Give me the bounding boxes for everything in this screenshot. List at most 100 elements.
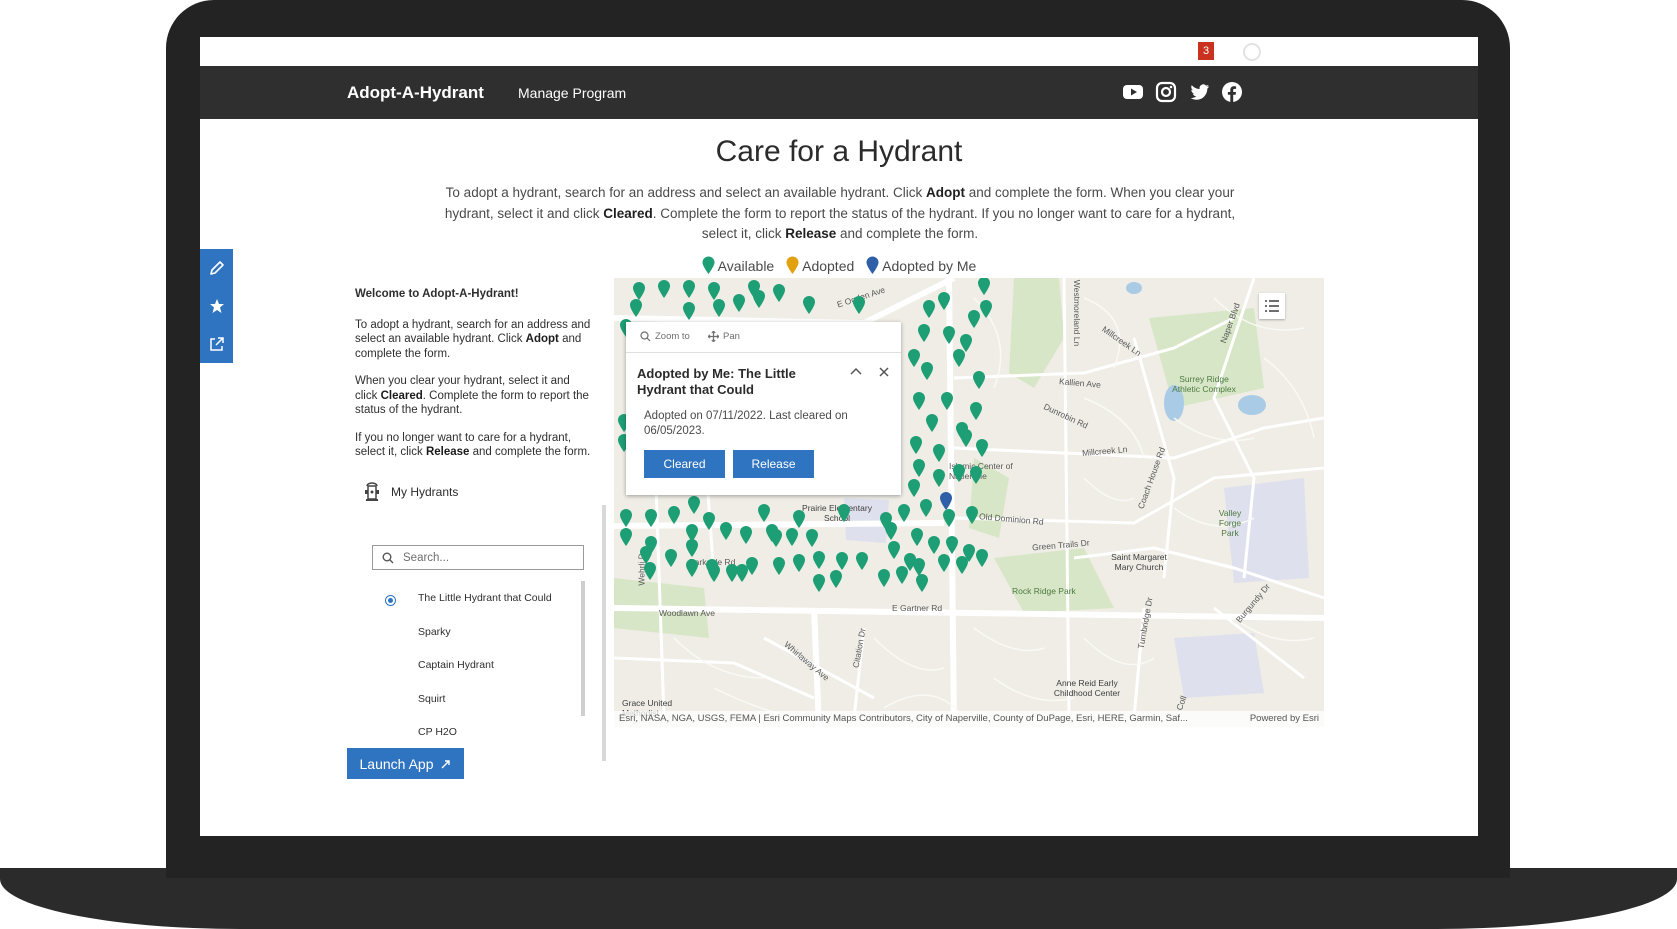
- hydrant-marker-available[interactable]: [683, 302, 695, 320]
- hydrant-marker-available[interactable]: [686, 559, 698, 577]
- hydrant-marker-available[interactable]: [885, 522, 897, 540]
- hydrant-marker-available[interactable]: [620, 528, 632, 546]
- hydrant-list-item[interactable]: The Little Hydrant that Could: [418, 592, 552, 604]
- hydrant-radio-selected[interactable]: [385, 595, 396, 606]
- hydrant-marker-available[interactable]: [970, 402, 982, 420]
- hydrant-marker-available[interactable]: [911, 528, 923, 546]
- list-scrollbar[interactable]: [581, 581, 585, 716]
- hydrant-marker-available[interactable]: [733, 294, 745, 312]
- favorite-tool[interactable]: [200, 287, 233, 325]
- hydrant-list-item[interactable]: CP H2O: [418, 726, 457, 738]
- hydrant-marker-available[interactable]: [683, 280, 695, 298]
- hydrant-marker-available[interactable]: [806, 529, 818, 547]
- hydrant-marker-available[interactable]: [770, 529, 782, 547]
- hydrant-marker-available[interactable]: [980, 300, 992, 318]
- nav-link-manage-program[interactable]: Manage Program: [518, 85, 626, 101]
- hydrant-marker-available[interactable]: [960, 429, 972, 447]
- hydrant-marker-available[interactable]: [921, 362, 933, 380]
- hydrant-marker-available[interactable]: [640, 546, 652, 564]
- hydrant-marker-available[interactable]: [938, 554, 950, 572]
- hydrant-marker-available[interactable]: [633, 282, 645, 300]
- facebook-icon[interactable]: [1221, 81, 1243, 103]
- hydrant-marker-available[interactable]: [746, 557, 758, 575]
- hydrant-marker-available[interactable]: [913, 459, 925, 477]
- hydrant-marker-available[interactable]: [665, 549, 677, 567]
- cleared-button[interactable]: Cleared: [644, 450, 725, 478]
- hydrant-marker-available[interactable]: [853, 296, 865, 314]
- youtube-icon[interactable]: [1122, 81, 1144, 103]
- hydrant-marker-available[interactable]: [898, 504, 910, 522]
- hydrant-marker-available[interactable]: [630, 299, 642, 317]
- hydrant-marker-available[interactable]: [773, 284, 785, 302]
- hydrant-marker-available[interactable]: [923, 300, 935, 318]
- hydrant-marker-available[interactable]: [836, 552, 848, 570]
- twitter-icon[interactable]: [1188, 81, 1210, 103]
- hydrant-marker-available[interactable]: [720, 522, 732, 540]
- hydrant-marker-available[interactable]: [966, 506, 978, 524]
- hydrant-marker-available[interactable]: [838, 504, 850, 522]
- hydrant-marker-available[interactable]: [668, 506, 680, 524]
- hydrant-marker-available[interactable]: [913, 558, 925, 576]
- hydrant-marker-available[interactable]: [740, 526, 752, 544]
- hydrant-marker-available[interactable]: [941, 392, 953, 410]
- hydrant-marker-available[interactable]: [913, 392, 925, 410]
- hydrant-marker-available[interactable]: [968, 310, 980, 328]
- hydrant-marker-available[interactable]: [813, 551, 825, 569]
- powered-by-esri[interactable]: Powered by Esri: [1250, 711, 1319, 727]
- share-tool[interactable]: [200, 325, 233, 363]
- hydrant-marker-adopted-by-me[interactable]: [940, 492, 952, 510]
- panel-scrollbar[interactable]: [602, 505, 606, 761]
- hydrant-marker-available[interactable]: [933, 444, 945, 462]
- hydrant-marker-available[interactable]: [758, 504, 770, 522]
- hydrant-marker-available[interactable]: [920, 499, 932, 517]
- hydrant-marker-available[interactable]: [976, 549, 988, 567]
- close-icon[interactable]: [877, 365, 891, 379]
- hydrant-marker-available[interactable]: [644, 562, 656, 580]
- hydrant-marker-available[interactable]: [896, 566, 908, 584]
- hydrant-marker-available[interactable]: [803, 296, 815, 314]
- hydrant-marker-available[interactable]: [943, 509, 955, 527]
- hydrant-marker-available[interactable]: [953, 464, 965, 482]
- notification-badge[interactable]: 3: [1198, 42, 1214, 60]
- hydrant-list-item[interactable]: Squirt: [418, 693, 445, 705]
- hydrant-marker-available[interactable]: [888, 541, 900, 559]
- hydrant-marker-available[interactable]: [978, 278, 990, 295]
- hydrant-marker-available[interactable]: [813, 574, 825, 592]
- layer-list-button[interactable]: [1259, 293, 1285, 319]
- hydrant-marker-available[interactable]: [793, 554, 805, 572]
- hydrant-marker-available[interactable]: [773, 557, 785, 575]
- collapse-icon[interactable]: [849, 365, 863, 379]
- hydrant-marker-available[interactable]: [856, 552, 868, 570]
- release-button[interactable]: Release: [733, 450, 814, 478]
- hydrant-marker-available[interactable]: [960, 334, 972, 352]
- hydrant-marker-available[interactable]: [703, 512, 715, 530]
- hydrant-marker-available[interactable]: [973, 371, 985, 389]
- hydrant-marker-available[interactable]: [926, 414, 938, 432]
- hydrant-marker-available[interactable]: [658, 280, 670, 298]
- hydrant-list-item[interactable]: Captain Hydrant: [418, 659, 494, 671]
- hydrant-marker-available[interactable]: [645, 509, 657, 527]
- instagram-icon[interactable]: [1155, 81, 1177, 103]
- hydrant-marker-available[interactable]: [908, 479, 920, 497]
- hydrant-marker-available[interactable]: [713, 299, 725, 317]
- hydrant-marker-available[interactable]: [976, 439, 988, 457]
- hydrant-marker-available[interactable]: [686, 539, 698, 557]
- avatar[interactable]: [1243, 43, 1261, 61]
- hydrant-marker-available[interactable]: [708, 564, 720, 582]
- hydrant-marker-available[interactable]: [946, 536, 958, 554]
- hydrant-list-item[interactable]: Sparky: [418, 626, 451, 638]
- zoom-to-button[interactable]: Zoom to: [640, 331, 690, 342]
- hydrant-marker-available[interactable]: [688, 496, 700, 514]
- hydrant-marker-available[interactable]: [736, 564, 748, 582]
- hydrant-marker-available[interactable]: [726, 564, 738, 582]
- hydrant-marker-available[interactable]: [938, 292, 950, 310]
- pan-button[interactable]: Pan: [708, 331, 740, 342]
- hydrant-marker-available[interactable]: [793, 510, 805, 528]
- edit-tool[interactable]: [200, 249, 233, 287]
- hydrant-marker-available[interactable]: [708, 282, 720, 300]
- hydrant-marker-available[interactable]: [956, 556, 968, 574]
- hydrant-marker-available[interactable]: [943, 326, 955, 344]
- hydrant-search-input[interactable]: Search...: [372, 545, 584, 570]
- brand-title[interactable]: Adopt-A-Hydrant: [347, 83, 484, 103]
- hydrant-marker-available[interactable]: [970, 466, 982, 484]
